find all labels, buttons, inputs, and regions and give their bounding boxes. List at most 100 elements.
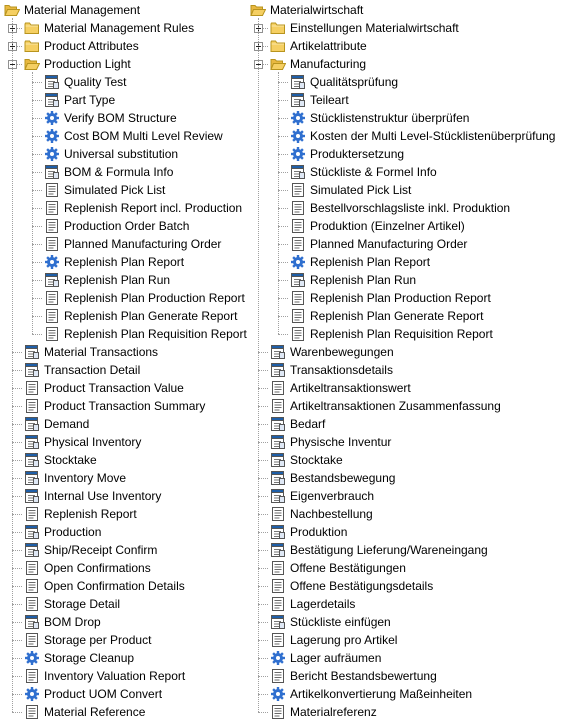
tree-item-replenish-report[interactable]: Replenish Report: [24, 505, 137, 523]
tree-connector-horizontal: [12, 622, 22, 623]
tree-item-open-confirmations[interactable]: Open Confirmations: [24, 559, 151, 577]
window-icon: [44, 272, 60, 288]
folder-icon: [24, 38, 40, 54]
tree-item-lagerdetails[interactable]: Lagerdetails: [270, 595, 355, 613]
tree-item-inventory-valuation-report[interactable]: Inventory Valuation Report: [24, 667, 185, 685]
tree-item-artikelkonvertierung-ma-einheiten[interactable]: Artikelkonvertierung Maßeinheiten: [270, 685, 472, 703]
tree-item-replenish-plan-generate-report[interactable]: Replenish Plan Generate Report: [44, 307, 237, 325]
report-icon: [24, 380, 40, 396]
tree-item-bestatigung-lieferung-wareneingang[interactable]: Bestätigung Lieferung/Wareneingang: [270, 541, 488, 559]
tree-item-product-transaction-value[interactable]: Product Transaction Value: [24, 379, 184, 397]
tree-connector-horizontal: [32, 262, 42, 263]
tree-item-planned-manufacturing-order[interactable]: Planned Manufacturing Order: [290, 235, 467, 253]
tree-connector-horizontal: [12, 586, 22, 587]
tree-item-product-uom-convert[interactable]: Product UOM Convert: [24, 685, 162, 703]
report-icon: [44, 290, 60, 306]
tree-item-stocktake[interactable]: Stocktake: [24, 451, 97, 469]
tree-item-cost-bom-multi-level-review[interactable]: Cost BOM Multi Level Review: [44, 127, 223, 145]
tree-item-warenbewegungen[interactable]: Warenbewegungen: [270, 343, 394, 361]
folder-icon: [24, 20, 40, 36]
tree-item-qualitatsprufung[interactable]: Qualitätsprüfung: [290, 73, 398, 91]
tree-item-lager-aufraumen[interactable]: Lager aufräumen: [270, 649, 381, 667]
tree-item-bom-drop[interactable]: BOM Drop: [24, 613, 101, 631]
tree-item-stocktake[interactable]: Stocktake: [270, 451, 343, 469]
tree-item-label: Production Order Batch: [64, 219, 190, 233]
gear-icon: [44, 128, 60, 144]
tree-item-produktion-einzelner-artikel[interactable]: Produktion (Einzelner Artikel): [290, 217, 465, 235]
tree-item-stucklistenstruktur-uberprufen[interactable]: Stücklistenstruktur überprüfen: [290, 109, 469, 127]
tree-item-transaction-detail[interactable]: Transaction Detail: [24, 361, 140, 379]
tree-item-eigenverbrauch[interactable]: Eigenverbrauch: [270, 487, 374, 505]
tree-item-physische-inventur[interactable]: Physische Inventur: [270, 433, 391, 451]
tree-item-physical-inventory[interactable]: Physical Inventory: [24, 433, 141, 451]
tree-item-bestellvorschlagsliste-inkl-produktion[interactable]: Bestellvorschlagsliste inkl. Produktion: [290, 199, 510, 217]
tree-item-bestandsbewegung[interactable]: Bestandsbewegung: [270, 469, 395, 487]
tree-item-material-management-rules[interactable]: Material Management Rules: [24, 19, 194, 37]
gear-icon: [44, 254, 60, 270]
tree-item-offene-bestatigungen[interactable]: Offene Bestätigungen: [270, 559, 406, 577]
tree-item-materialreferenz[interactable]: Materialreferenz: [270, 703, 377, 721]
tree-item-ship-receipt-confirm[interactable]: Ship/Receipt Confirm: [24, 541, 157, 559]
tree-connector-horizontal: [258, 460, 268, 461]
tree-item-teileart[interactable]: Teileart: [290, 91, 349, 109]
tree-item-storage-per-product[interactable]: Storage per Product: [24, 631, 151, 649]
tree-item-internal-use-inventory[interactable]: Internal Use Inventory: [24, 487, 161, 505]
tree-item-inventory-move[interactable]: Inventory Move: [24, 469, 126, 487]
tree-item-label: Manufacturing: [290, 57, 367, 71]
tree-folder-material-management[interactable]: Material Management: [4, 1, 140, 19]
tree-folder-materialwirtschaft[interactable]: Materialwirtschaft: [250, 1, 363, 19]
tree-item-transaktionsdetails[interactable]: Transaktionsdetails: [270, 361, 393, 379]
tree-item-product-transaction-summary[interactable]: Product Transaction Summary: [24, 397, 205, 415]
tree-item-label: Product Transaction Summary: [44, 399, 206, 413]
tree-item-storage-cleanup[interactable]: Storage Cleanup: [24, 649, 134, 667]
tree-item-part-type[interactable]: Part Type: [44, 91, 115, 109]
tree-item-einstellungen-materialwirtschaft[interactable]: Einstellungen Materialwirtschaft: [270, 19, 459, 37]
tree-item-quality-test[interactable]: Quality Test: [44, 73, 126, 91]
tree-item-replenish-plan-requisition-report[interactable]: Replenish Plan Requisition Report: [44, 325, 247, 343]
tree-folder-production-light[interactable]: Production Light: [24, 55, 131, 73]
tree-item-replenish-plan-run[interactable]: Replenish Plan Run: [44, 271, 170, 289]
tree-item-replenish-plan-production-report[interactable]: Replenish Plan Production Report: [290, 289, 491, 307]
tree-item-replenish-report-incl-production[interactable]: Replenish Report incl. Production: [44, 199, 242, 217]
tree-item-replenish-plan-report[interactable]: Replenish Plan Report: [290, 253, 430, 271]
tree-item-replenish-plan-requisition-report[interactable]: Replenish Plan Requisition Report: [290, 325, 493, 343]
tree-folder-manufacturing[interactable]: Manufacturing: [270, 55, 366, 73]
gear-icon: [24, 686, 40, 702]
tree-item-bedarf[interactable]: Bedarf: [270, 415, 325, 433]
tree-item-replenish-plan-production-report[interactable]: Replenish Plan Production Report: [44, 289, 245, 307]
tree-item-nachbestellung[interactable]: Nachbestellung: [270, 505, 373, 523]
tree-item-storage-detail[interactable]: Storage Detail: [24, 595, 120, 613]
tree-item-planned-manufacturing-order[interactable]: Planned Manufacturing Order: [44, 235, 221, 253]
tree-item-replenish-plan-report[interactable]: Replenish Plan Report: [44, 253, 184, 271]
tree-item-kosten-der-multi-level-stucklistenuberprufung[interactable]: Kosten der Multi Level-Stücklistenüberpr…: [290, 127, 555, 145]
tree-item-stuckliste-formel-info[interactable]: Stückliste & Formel Info: [290, 163, 437, 181]
tree-item-produktersetzung[interactable]: Produktersetzung: [290, 145, 404, 163]
tree-item-stuckliste-einfugen[interactable]: Stückliste einfügen: [270, 613, 391, 631]
tree-connector-horizontal: [258, 658, 268, 659]
report-icon: [24, 596, 40, 612]
tree-item-artikelattribute[interactable]: Artikelattribute: [270, 37, 367, 55]
tree-item-material-transactions[interactable]: Material Transactions: [24, 343, 158, 361]
tree-item-production-order-batch[interactable]: Production Order Batch: [44, 217, 189, 235]
tree-item-artikeltransaktionswert[interactable]: Artikeltransaktionswert: [270, 379, 411, 397]
tree-item-universal-substitution[interactable]: Universal substitution: [44, 145, 178, 163]
tree-item-replenish-plan-generate-report[interactable]: Replenish Plan Generate Report: [290, 307, 483, 325]
report-icon: [24, 578, 40, 594]
tree-item-replenish-plan-run[interactable]: Replenish Plan Run: [290, 271, 416, 289]
tree-item-production[interactable]: Production: [24, 523, 101, 541]
tree-item-bom-formula-info[interactable]: BOM & Formula Info: [44, 163, 173, 181]
tree-item-artikeltransaktionen-zusammenfassung[interactable]: Artikeltransaktionen Zusammenfassung: [270, 397, 501, 415]
tree-item-bericht-bestandsbewertung[interactable]: Bericht Bestandsbewertung: [270, 667, 437, 685]
tree-item-offene-bestatigungsdetails[interactable]: Offene Bestätigungsdetails: [270, 577, 433, 595]
tree-item-simulated-pick-list[interactable]: Simulated Pick List: [290, 181, 411, 199]
tree-item-demand[interactable]: Demand: [24, 415, 89, 433]
tree-item-product-attributes[interactable]: Product Attributes: [24, 37, 139, 55]
tree-item-simulated-pick-list[interactable]: Simulated Pick List: [44, 181, 165, 199]
tree-item-material-reference[interactable]: Material Reference: [24, 703, 145, 721]
report-icon: [290, 290, 306, 306]
report-icon: [290, 182, 306, 198]
tree-item-verify-bom-structure[interactable]: Verify BOM Structure: [44, 109, 177, 127]
tree-item-produktion[interactable]: Produktion: [270, 523, 347, 541]
tree-item-lagerung-pro-artikel[interactable]: Lagerung pro Artikel: [270, 631, 397, 649]
tree-item-open-confirmation-details[interactable]: Open Confirmation Details: [24, 577, 185, 595]
